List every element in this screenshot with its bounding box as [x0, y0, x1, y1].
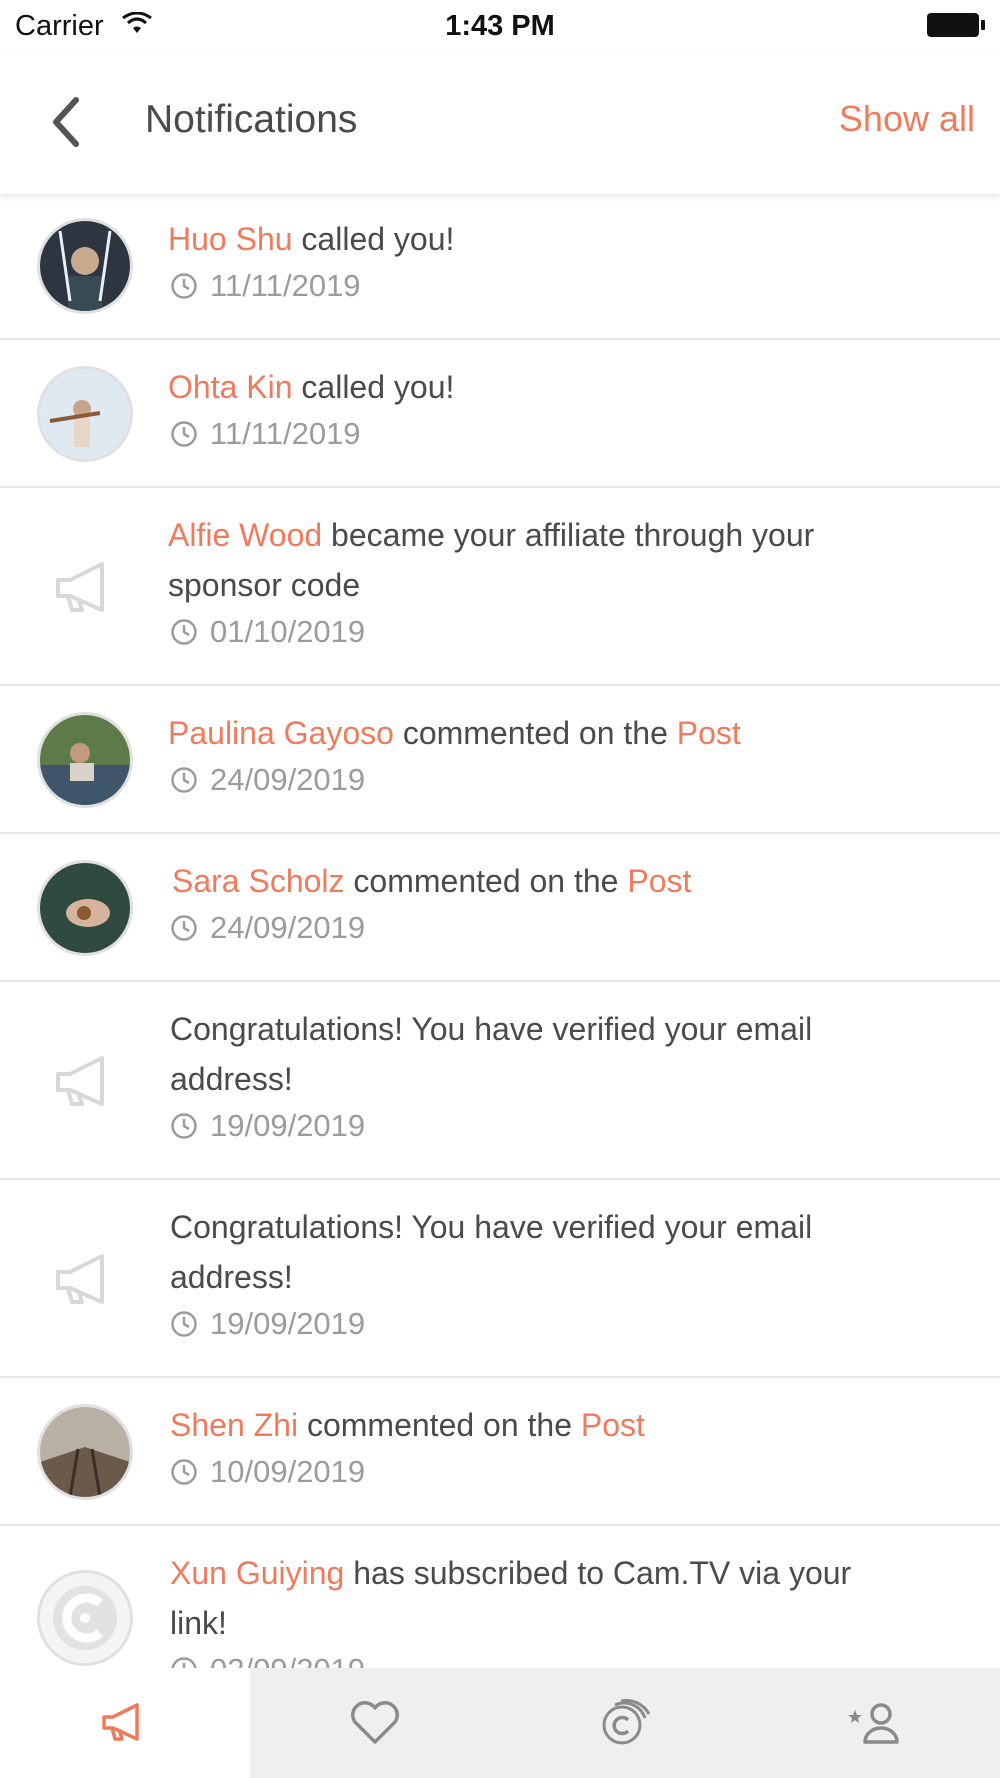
- notification-item[interactable]: Congratulations! You have verified your …: [0, 1182, 1000, 1378]
- avatar: [37, 366, 133, 462]
- notification-list[interactable]: Huo Shu called you! 11/11/2019 Ohta Kin …: [0, 194, 1000, 1668]
- clock-icon: [171, 915, 197, 941]
- notification-item[interactable]: Paulina Gayoso commented on the Post 24/…: [0, 688, 1000, 834]
- notification-date: 19/09/2019: [170, 1108, 365, 1144]
- avatar: [37, 1404, 133, 1500]
- notification-item[interactable]: Alfie Wood became your affiliate through…: [0, 490, 1000, 686]
- clock-icon: [171, 1459, 197, 1485]
- clock-icon: [171, 619, 197, 645]
- notification-item[interactable]: Xun Guiying has subscribed to Cam.TV via…: [0, 1528, 1000, 1668]
- clock-icon: [171, 273, 197, 299]
- avatar: [37, 218, 133, 314]
- notification-text: Huo Shu called you!: [168, 221, 455, 257]
- notification-date: 11/11/2019: [170, 268, 361, 304]
- avatar: [37, 860, 133, 956]
- avatar: [37, 712, 133, 808]
- notification-date: 10/09/2019: [170, 1454, 365, 1490]
- post-link[interactable]: Post: [677, 715, 741, 751]
- notification-text: Xun Guiying has subscribed to Cam.TV via…: [170, 1555, 852, 1641]
- megaphone-icon: [56, 1254, 104, 1304]
- user-name-link[interactable]: Huo Shu: [168, 221, 293, 257]
- tab-profile[interactable]: [750, 1668, 1000, 1778]
- user-name-link[interactable]: Ohta Kin: [168, 369, 293, 405]
- clock-icon: [171, 767, 197, 793]
- user-name-link[interactable]: Alfie Wood: [168, 517, 322, 553]
- notification-item[interactable]: Huo Shu called you! 11/11/2019: [0, 194, 1000, 340]
- bottom-tab-bar: [0, 1668, 1000, 1778]
- nav-header: Notifications Show all: [0, 50, 1000, 194]
- clock-time: 1:43 PM: [445, 10, 555, 42]
- tab-notifications[interactable]: [0, 1668, 250, 1778]
- notification-text: Sara Scholz commented on the Post: [172, 863, 692, 899]
- camtv-logo-icon: [37, 1570, 133, 1666]
- user-name-link[interactable]: Xun Guiying: [170, 1555, 344, 1591]
- notification-item[interactable]: Congratulations! You have verified your …: [0, 984, 1000, 1180]
- notification-date: 24/09/2019: [170, 762, 365, 798]
- heart-icon: [351, 1701, 399, 1744]
- user-name-link[interactable]: Sara Scholz: [172, 863, 345, 899]
- user-name-link[interactable]: Shen Zhi: [170, 1407, 298, 1443]
- notification-text: Alfie Wood became your affiliate through…: [168, 517, 815, 603]
- camtv-icon: [602, 1699, 651, 1745]
- battery-icon: [926, 12, 986, 43]
- notification-date: 02/09/2019: [170, 1652, 365, 1668]
- user-name-link[interactable]: Paulina Gayoso: [168, 715, 394, 751]
- status-bar: Carrier 1:43 PM: [0, 0, 1000, 50]
- clock-icon: [171, 1657, 197, 1668]
- notification-item[interactable]: Sara Scholz commented on the Post 24/09/…: [0, 836, 1000, 982]
- back-chevron-icon[interactable]: [46, 94, 86, 150]
- notification-text: Congratulations! You have verified your …: [170, 1209, 813, 1295]
- megaphone-icon: [56, 562, 104, 612]
- notification-text: Congratulations! You have verified your …: [170, 1011, 813, 1097]
- notification-date: 19/09/2019: [170, 1306, 365, 1342]
- clock-icon: [171, 1113, 197, 1139]
- megaphone-icon: [56, 1056, 104, 1106]
- notification-date: 01/10/2019: [170, 614, 365, 650]
- megaphone-icon: [102, 1703, 139, 1741]
- clock-icon: [171, 1311, 197, 1337]
- post-link[interactable]: Post: [627, 863, 691, 899]
- notification-text: Shen Zhi commented on the Post: [170, 1407, 645, 1443]
- tab-favorites[interactable]: [250, 1668, 500, 1778]
- show-all-button[interactable]: Show all: [839, 98, 975, 140]
- notification-item[interactable]: Shen Zhi commented on the Post 10/09/201…: [0, 1380, 1000, 1526]
- notification-text: Ohta Kin called you!: [168, 369, 455, 405]
- notification-text: Paulina Gayoso commented on the Post: [168, 715, 741, 751]
- tab-camtv[interactable]: [500, 1668, 750, 1778]
- page-title: Notifications: [145, 98, 358, 141]
- notification-date: 11/11/2019: [170, 416, 361, 452]
- clock-icon: [171, 421, 197, 447]
- post-link[interactable]: Post: [581, 1407, 645, 1443]
- notification-date: 24/09/2019: [170, 910, 365, 946]
- star-user-icon: [848, 1703, 899, 1744]
- notification-item[interactable]: Ohta Kin called you! 11/11/2019: [0, 342, 1000, 488]
